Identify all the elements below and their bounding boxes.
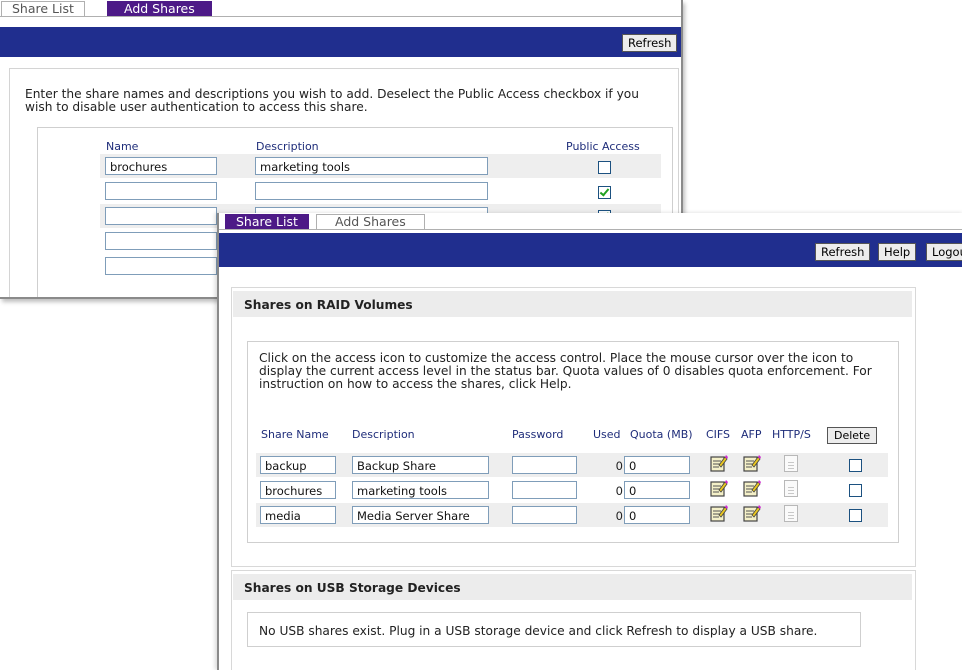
quota-field[interactable]: 0: [624, 506, 690, 524]
edit-access-icon[interactable]: [743, 479, 761, 497]
col-public-access-header: Public Access: [566, 140, 640, 153]
delete-checkbox[interactable]: [849, 459, 862, 472]
share-password-field[interactable]: [512, 481, 577, 499]
public-access-checkbox[interactable]: [598, 186, 611, 199]
share-name-field[interactable]: media: [260, 506, 336, 524]
raid-section-title: Shares on RAID Volumes: [244, 298, 413, 312]
edit-access-icon[interactable]: [710, 479, 728, 497]
toolbar: Refresh: [0, 27, 681, 57]
used-value: 0: [615, 509, 623, 523]
col-used-header: Used: [593, 428, 621, 441]
usb-empty-message: No USB shares exist. Plug in a USB stora…: [259, 624, 818, 638]
share-password-field[interactable]: [512, 456, 577, 474]
public-access-checkbox[interactable]: [598, 161, 611, 174]
share-name-field[interactable]: backup: [260, 456, 336, 474]
document-icon[interactable]: [784, 480, 798, 497]
share-description-field[interactable]: Backup Share: [352, 456, 489, 474]
share-list-window: Share List Add Shares Refresh Help Logou…: [217, 213, 962, 670]
tab-share-list[interactable]: Share List: [1, 1, 85, 16]
col-https-header: HTTP/S: [772, 428, 811, 441]
logout-button[interactable]: Logou: [926, 243, 962, 261]
share-name-input[interactable]: brochures: [105, 157, 217, 175]
edit-access-icon[interactable]: [743, 454, 761, 472]
quota-field[interactable]: 0: [624, 456, 690, 474]
share-name-field[interactable]: brochures: [260, 481, 336, 499]
tab-add-shares[interactable]: Add Shares: [316, 214, 425, 229]
quota-field[interactable]: 0: [624, 481, 690, 499]
tab-bar: Share List Add Shares: [0, 0, 681, 17]
delete-checkbox[interactable]: [849, 484, 862, 497]
share-password-field[interactable]: [512, 506, 577, 524]
col-cifs-header: CIFS: [706, 428, 731, 441]
share-description-field[interactable]: Media Server Share: [352, 506, 489, 524]
refresh-button[interactable]: Refresh: [622, 34, 678, 52]
share-description-field[interactable]: marketing tools: [352, 481, 489, 499]
col-description-header: Description: [352, 428, 415, 441]
col-password-header: Password: [512, 428, 564, 441]
share-name-input[interactable]: [105, 207, 217, 225]
usb-section-title: Shares on USB Storage Devices: [244, 581, 461, 595]
document-icon[interactable]: [784, 505, 798, 522]
document-icon[interactable]: [784, 455, 798, 472]
delete-button[interactable]: Delete: [827, 427, 878, 444]
tab-share-list[interactable]: Share List: [225, 214, 309, 229]
share-name-input[interactable]: [105, 182, 217, 200]
tab-add-shares[interactable]: Add Shares: [107, 1, 212, 16]
raid-intro-text: Click on the access icon to customize th…: [259, 351, 872, 391]
refresh-button[interactable]: Refresh: [815, 243, 871, 261]
used-value: 0: [615, 484, 623, 498]
help-button[interactable]: Help: [878, 243, 917, 261]
add-intro-text: Enter the share names and descriptions y…: [25, 87, 639, 114]
col-share-name-header: Share Name: [261, 428, 329, 441]
edit-access-icon[interactable]: [710, 504, 728, 522]
col-quota-header: Quota (MB): [630, 428, 693, 441]
edit-access-icon[interactable]: [743, 504, 761, 522]
share-name-input[interactable]: [105, 257, 217, 275]
delete-checkbox[interactable]: [849, 509, 862, 522]
edit-access-icon[interactable]: [710, 454, 728, 472]
share-description-input[interactable]: [255, 182, 488, 200]
share-name-input[interactable]: [105, 232, 217, 250]
share-description-input[interactable]: marketing tools: [255, 157, 488, 175]
toolbar: Refresh Help Logou: [219, 233, 962, 267]
col-name-header: Name: [106, 140, 139, 153]
tab-bar: Share List Add Shares: [219, 213, 962, 230]
col-afp-header: AFP: [741, 428, 762, 441]
col-description-header: Description: [256, 140, 319, 153]
used-value: 0: [615, 459, 623, 473]
